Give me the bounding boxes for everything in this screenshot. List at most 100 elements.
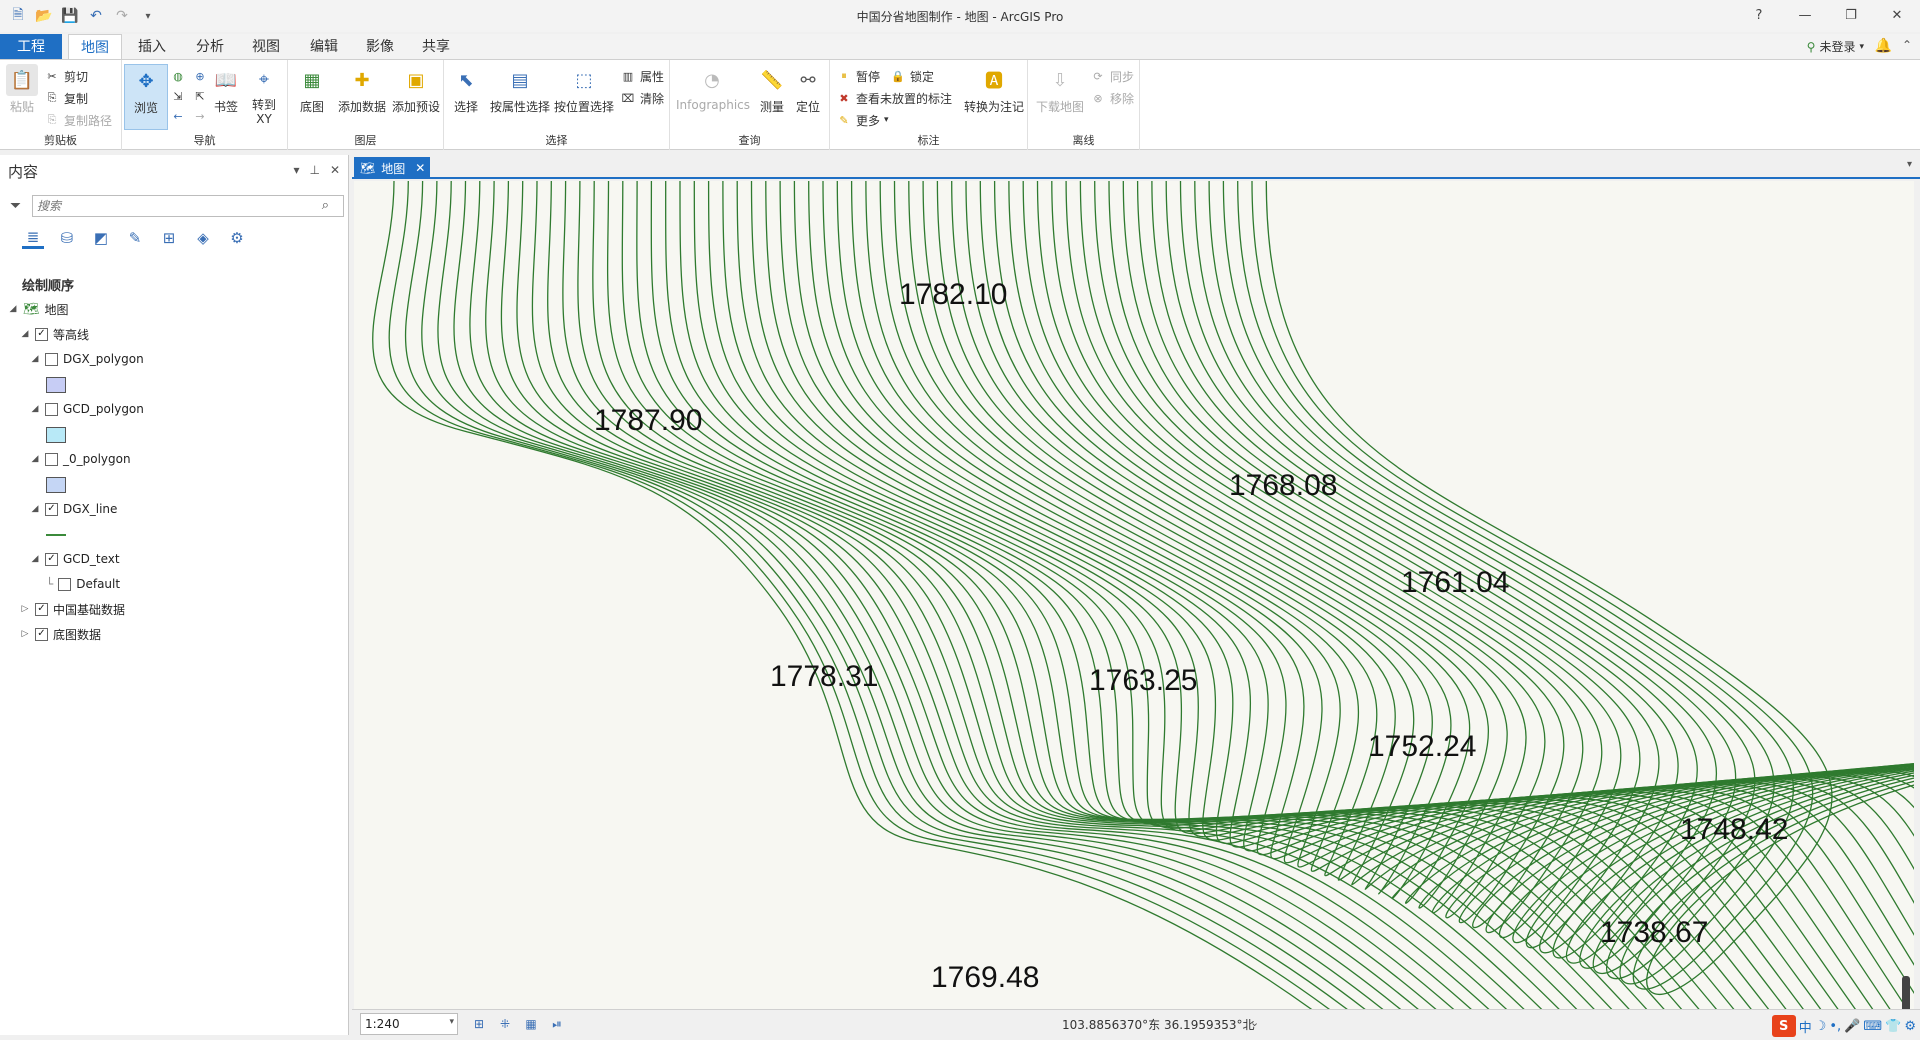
add-data-button[interactable]: ✚ 添加数据	[334, 64, 390, 115]
layer-checkbox[interactable]	[45, 402, 58, 416]
tree-item-basemap-data[interactable]: ▷ ✓ 底图数据	[20, 624, 101, 644]
dgx-line-symbol[interactable]	[46, 534, 66, 536]
tree-item-gcd-polygon[interactable]: ◢ GCD_polygon	[30, 399, 144, 419]
tree-item-dgx-line[interactable]: ◢ ✓ DGX_line	[30, 499, 118, 519]
dgx-polygon-symbol[interactable]	[46, 377, 66, 393]
contour-label[interactable]: 1782.10	[899, 278, 1007, 311]
sign-in-button[interactable]: ⚲ 未登录 ▾	[1807, 38, 1864, 55]
tree-item-map[interactable]: ◢ 🗺 地图	[8, 299, 69, 319]
selection-view-icon[interactable]: ◩	[90, 227, 112, 249]
contour-label[interactable]: 1778.31	[770, 660, 878, 693]
contour-label[interactable]: 1748.42	[1680, 813, 1788, 846]
expand-toggle-icon[interactable]: ◢	[30, 554, 40, 564]
table-icon[interactable]: ▦	[522, 1015, 540, 1033]
mic-icon[interactable]: 🎤	[1844, 1019, 1860, 1034]
tree-item-contours[interactable]: ◢ ✓ 等高线	[20, 324, 89, 344]
full-extent-button[interactable]: ◍	[170, 66, 186, 86]
goto-xy-button[interactable]: ⌖ 转到 XY	[242, 64, 286, 127]
map-view-tab[interactable]: 🗺 地图 ✕	[354, 157, 430, 179]
close-button[interactable]: ✕	[1874, 0, 1920, 30]
collapsed-toggle-icon[interactable]: ▷	[20, 629, 30, 639]
grid-icon[interactable]: ⁜	[496, 1015, 514, 1033]
tree-item-default-class[interactable]: └ Default	[46, 574, 120, 594]
locate-button[interactable]: ⚯ 定位	[786, 64, 830, 115]
contour-label[interactable]: 1761.04	[1401, 566, 1509, 599]
tab-edit[interactable]: 编辑	[298, 34, 350, 60]
collapse-ribbon-icon[interactable]: ⌃	[1902, 38, 1912, 52]
close-pane-icon[interactable]: ✕	[330, 163, 340, 177]
layer-checkbox[interactable]: ✓	[45, 552, 58, 566]
ime-mode[interactable]: 中	[1799, 1017, 1812, 1036]
lock-labels-button[interactable]: 🔒 锁定	[890, 66, 934, 86]
tab-imagery[interactable]: 影像	[354, 34, 406, 60]
expand-toggle-icon[interactable]: ◢	[20, 329, 30, 339]
tab-project[interactable]: 工程	[0, 34, 62, 60]
layer-checkbox[interactable]: ✓	[35, 627, 48, 641]
label-class-checkbox[interactable]	[58, 577, 72, 591]
pane-options-icon[interactable]: ▾	[293, 163, 299, 177]
notification-bell-icon[interactable]: 🔔	[1875, 38, 1892, 54]
coord-format-chevron-icon[interactable]: ⌄	[1250, 1016, 1259, 1029]
map-view-options-icon[interactable]: ⊞	[470, 1015, 488, 1033]
contour-label[interactable]: 1763.25	[1089, 664, 1197, 697]
sogou-logo-icon[interactable]: S	[1771, 1015, 1796, 1037]
restore-button[interactable]: ❐	[1828, 0, 1874, 30]
contour-label[interactable]: 1769.48	[931, 961, 1039, 994]
layer-checkbox[interactable]: ✓	[35, 602, 48, 616]
tab-analysis[interactable]: 分析	[184, 34, 236, 60]
contour-label[interactable]: 1752.24	[1368, 730, 1476, 763]
infographics-button[interactable]: ◔ Infographics	[676, 64, 750, 113]
paste-button[interactable]: 📋 粘贴	[0, 64, 44, 115]
expand-toggle-icon[interactable]: ◢	[30, 504, 40, 514]
select-button[interactable]: ⬉ 选择	[444, 64, 488, 115]
gcd-polygon-symbol[interactable]	[46, 427, 66, 443]
collapsed-toggle-icon[interactable]: ▷	[20, 604, 30, 614]
copy-path-button[interactable]: ⎘ 复制路径	[44, 110, 112, 130]
expand-toggle-icon[interactable]: ◢	[30, 404, 40, 414]
scale-selector[interactable]: 1:240 ▾	[360, 1013, 458, 1035]
tree-item-dgx-polygon[interactable]: ◢ DGX_polygon	[30, 349, 144, 369]
map-scroll-handle[interactable]	[1902, 976, 1910, 1009]
tab-insert[interactable]: 插入	[126, 34, 178, 60]
layer-checkbox[interactable]: ✓	[45, 502, 58, 516]
editing-view-icon[interactable]: ✎	[124, 227, 146, 249]
moon-icon[interactable]: ☽	[1815, 1019, 1827, 1034]
layer-checkbox[interactable]: ✓	[35, 327, 48, 341]
expand-toggle-icon[interactable]: ◢	[30, 454, 40, 464]
drawing-order-view-icon[interactable]: ≣	[22, 227, 44, 249]
more-labeling-button[interactable]: ✎ 更多 ▾	[836, 110, 888, 130]
tab-share[interactable]: 共享	[410, 34, 462, 60]
view-unplaced-button[interactable]: ✖ 查看未放置的标注	[836, 88, 952, 108]
tab-list-icon[interactable]: ▾	[1907, 159, 1912, 170]
previous-extent-button[interactable]: ←	[170, 106, 186, 126]
close-tab-icon[interactable]: ✕	[415, 161, 425, 175]
cut-button[interactable]: ✂ 剪切	[44, 66, 88, 86]
contour-label[interactable]: 1738.67	[1600, 916, 1708, 949]
select-by-location-button[interactable]: ⬚ 按位置选择	[552, 64, 616, 115]
fixed-zoom-in-button[interactable]: ⇲	[170, 86, 186, 106]
explore-button[interactable]: ✥ 浏览	[124, 64, 168, 130]
select-by-attributes-button[interactable]: ▤ 按属性选择	[488, 64, 552, 115]
download-map-button[interactable]: ⇩ 下载地图	[1032, 64, 1088, 115]
pause-labeling-button[interactable]: ⏸ 暂停	[836, 66, 880, 86]
basemap-button[interactable]: ▦ 底图	[290, 64, 334, 115]
sync-button[interactable]: ⟳ 同步	[1090, 66, 1134, 86]
clear-selection-button[interactable]: ⌧ 清除	[620, 88, 664, 108]
help-button[interactable]: ?	[1736, 0, 1782, 30]
contour-label[interactable]: 1787.90	[594, 404, 702, 437]
map-view[interactable]: 1782.10 1787.90 1768.08 1761.04 1778.31 …	[354, 181, 1914, 1009]
remove-button[interactable]: ⊗ 移除	[1090, 88, 1134, 108]
pin-icon[interactable]: ⊥	[309, 163, 319, 177]
0-polygon-symbol[interactable]	[46, 477, 66, 493]
labeling-view-icon[interactable]: ◈	[192, 227, 214, 249]
skin-icon[interactable]: 👕	[1885, 1019, 1901, 1034]
expand-toggle-icon[interactable]: ◢	[8, 304, 18, 314]
search-input[interactable]	[33, 196, 313, 216]
keyboard-icon[interactable]: ⌨	[1863, 1019, 1882, 1034]
filter-icon[interactable]: ⏷	[10, 198, 21, 214]
layer-checkbox[interactable]	[45, 452, 58, 466]
search-icon[interactable]: ⌕	[322, 198, 329, 213]
minimize-button[interactable]: —	[1782, 0, 1828, 30]
pause-drawing-icon[interactable]: ⏯	[548, 1015, 566, 1033]
settings-icon[interactable]: ⚙	[1904, 1019, 1916, 1034]
